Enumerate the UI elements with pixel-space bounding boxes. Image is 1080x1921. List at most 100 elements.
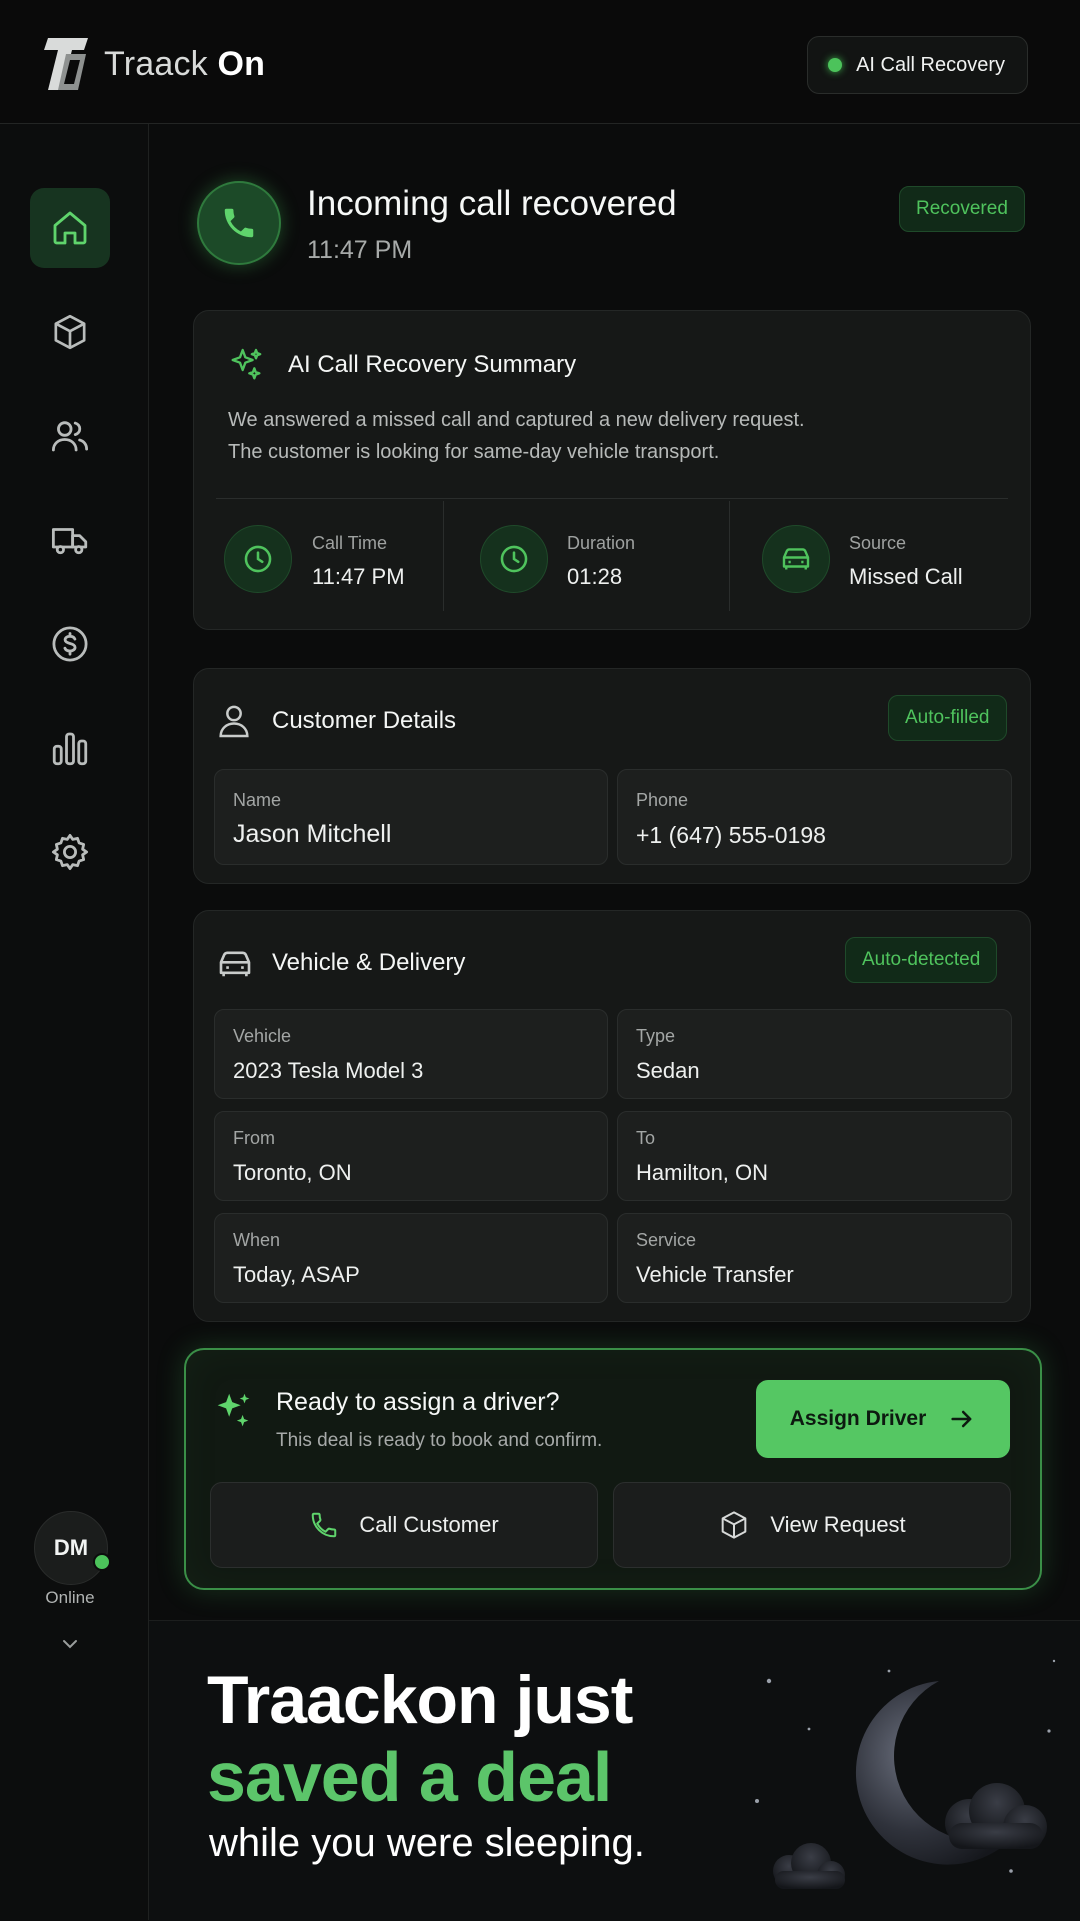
arrow-right-icon (951, 1410, 972, 1428)
app-header: Traack On AI Call Recovery (0, 0, 1080, 124)
logo-mark-icon (44, 38, 88, 90)
phone-field-label: Phone (636, 790, 689, 810)
phone-icon (224, 208, 254, 238)
metric-source-icon-wrap (762, 525, 830, 593)
ai-call-recovery-status[interactable]: AI Call Recovery (807, 36, 1028, 94)
name-field-value: Jason Mitchell (233, 820, 392, 848)
name-field[interactable]: Name Jason Mitchell (214, 769, 608, 865)
moon-cloud-illustration (755, 1659, 1056, 1889)
summary-line-1: We answered a missed call and captured a… (228, 409, 805, 431)
vehicle-delivery-card: Vehicle & Delivery Auto-detected Vehicle… (193, 910, 1031, 1322)
call-customer-label: Call Customer (359, 1512, 499, 1537)
online-status-dot-icon (93, 1553, 111, 1571)
assign-driver-card: Ready to assign a driver? This deal is r… (184, 1348, 1042, 1590)
sidebar-item-customers[interactable] (30, 396, 110, 476)
assign-subtitle: This deal is ready to book and confirm. (276, 1430, 603, 1451)
view-request-label: View Request (770, 1512, 906, 1537)
summary-card: AI Call Recovery Summary We answered a m… (193, 310, 1031, 630)
page-title: Incoming call recovered (307, 184, 677, 223)
sidebar-item-home[interactable] (30, 188, 110, 268)
truck-icon (51, 528, 88, 555)
auto-filled-badge: Auto-filled (888, 695, 1007, 741)
app-logo[interactable]: Traack On (38, 34, 265, 94)
avatar[interactable]: DM (34, 1511, 108, 1585)
sidebar-item-settings[interactable] (30, 812, 110, 892)
customer-details-card: Customer Details Auto-filled Name Jason … (193, 668, 1031, 884)
car-icon (219, 951, 251, 977)
gear-icon (51, 833, 89, 871)
logo-text-bold: On (217, 44, 266, 83)
home-icon (53, 211, 87, 245)
assign-driver-button[interactable]: Assign Driver (756, 1380, 1010, 1458)
from-field[interactable]: From Toronto, ON (214, 1111, 608, 1201)
expand-user-menu[interactable] (58, 1632, 82, 1656)
when-field[interactable]: When Today, ASAP (214, 1213, 608, 1303)
clock-icon (500, 545, 528, 573)
sidebar-item-packages[interactable] (30, 292, 110, 372)
call-customer-button[interactable]: Call Customer (210, 1482, 598, 1568)
name-field-label: Name (233, 790, 282, 810)
logo-text-light: Traack (104, 44, 208, 83)
phone-field-value: +1 (647) 555-0198 (636, 822, 826, 848)
call-status-icon-wrap (197, 181, 281, 265)
promo-line-3: while you were sleeping. (209, 1821, 645, 1865)
service-field-label: Service (636, 1230, 697, 1250)
promo-line-1: Traackon just (207, 1662, 633, 1738)
status-label: AI Call Recovery (856, 53, 1005, 76)
recovered-badge: Recovered (899, 186, 1025, 232)
phone-field[interactable]: Phone +1 (647) 555-0198 (617, 769, 1012, 865)
auto-detected-badge: Auto-detected (845, 937, 998, 983)
assign-title: Ready to assign a driver? (276, 1388, 560, 1416)
logo-text: Traack On (104, 45, 265, 84)
sparkles-icon (217, 1393, 250, 1427)
phone-icon (312, 1512, 337, 1538)
vehicle-field[interactable]: Vehicle 2023 Tesla Model 3 (214, 1009, 608, 1099)
vehicle-field-value: 2023 Tesla Model 3 (233, 1058, 424, 1083)
service-field-value: Vehicle Transfer (636, 1262, 794, 1287)
status-dot-icon (828, 58, 843, 72)
chevron-down-icon (63, 1640, 77, 1649)
package-icon (54, 314, 86, 350)
type-field-label: Type (636, 1026, 676, 1046)
type-field[interactable]: Type Sedan (617, 1009, 1012, 1099)
to-field[interactable]: To Hamilton, ON (617, 1111, 1012, 1201)
user-icon (219, 705, 249, 738)
service-field[interactable]: Service Vehicle Transfer (617, 1213, 1012, 1303)
bar-chart-icon (52, 732, 88, 766)
when-field-label: When (233, 1230, 281, 1250)
metric-label-call-time: Call Time (312, 533, 388, 553)
from-field-value: Toronto, ON (233, 1160, 352, 1185)
sidebar-item-deliveries[interactable] (30, 500, 110, 580)
metric-label-source: Source (849, 533, 907, 553)
sidebar-item-billing[interactable] (30, 604, 110, 684)
to-field-label: To (636, 1128, 656, 1148)
dollar-icon (52, 626, 88, 662)
metric-call-time-icon-wrap (224, 525, 292, 593)
call-time: 11:47 PM (307, 236, 413, 264)
sidebar-item-reports[interactable] (30, 708, 110, 788)
clock-icon (244, 545, 272, 573)
user-status-label: Online (45, 1588, 95, 1607)
users-icon (51, 421, 89, 452)
promo-line-2: saved a deal (207, 1738, 612, 1816)
summary-title: AI Call Recovery Summary (288, 351, 577, 378)
view-request-button[interactable]: View Request (613, 1482, 1011, 1568)
car-icon (782, 548, 810, 570)
customer-details-title: Customer Details (272, 707, 457, 734)
metric-label-duration: Duration (567, 533, 636, 553)
when-field-value: Today, ASAP (233, 1262, 360, 1287)
metric-value-duration: 01:28 (567, 564, 623, 589)
metric-value-source: Missed Call (849, 564, 963, 589)
summary-divider (216, 498, 1008, 499)
metric-duration-icon-wrap (480, 525, 548, 593)
vehicle-field-label: Vehicle (233, 1026, 292, 1046)
promo-banner: Traackon just saved a deal while you wer… (149, 1620, 1080, 1921)
to-field-value: Hamilton, ON (636, 1160, 769, 1185)
package-icon (721, 1511, 747, 1539)
assign-driver-label: Assign Driver (789, 1407, 927, 1430)
metric-divider (443, 501, 444, 611)
summary-text: We answered a missed call and captured a… (228, 404, 988, 468)
summary-line-2: The customer is looking for same-day veh… (228, 441, 720, 463)
vehicle-delivery-title: Vehicle & Delivery (272, 949, 466, 976)
type-field-value: Sedan (636, 1058, 700, 1083)
